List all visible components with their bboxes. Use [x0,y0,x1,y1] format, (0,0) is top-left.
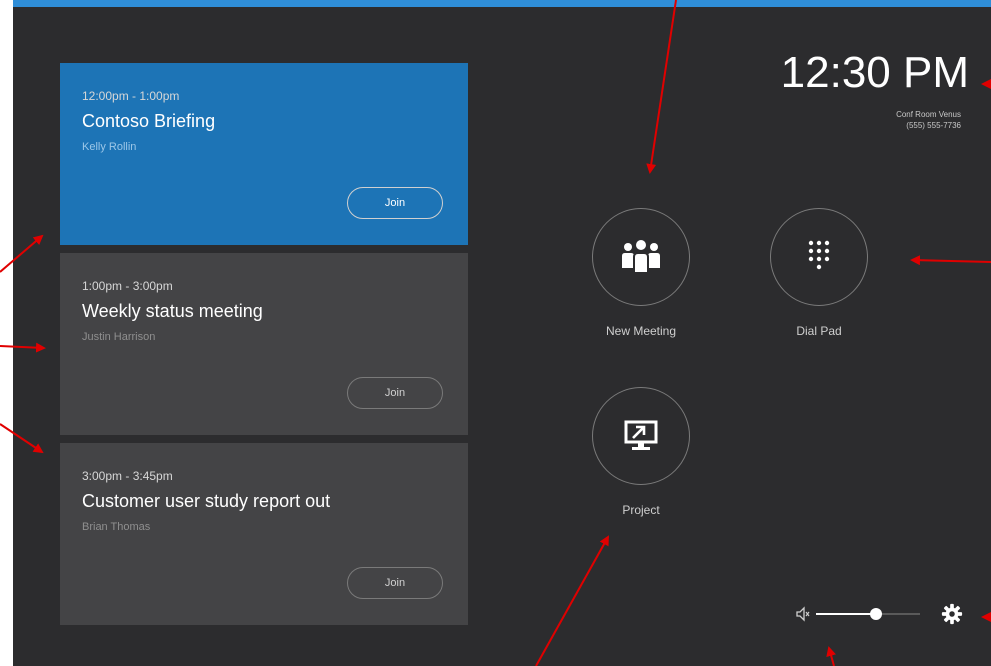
join-button[interactable]: Join [347,377,443,409]
dial-pad-button[interactable] [770,208,868,306]
dial-pad-label: Dial Pad [796,324,842,338]
speaker-icon[interactable] [795,606,811,622]
people-icon [622,240,660,274]
meeting-organizer: Justin Harrison [82,331,156,343]
project-button[interactable] [592,387,690,485]
new-meeting-label: New Meeting [605,324,677,338]
volume-slider-handle[interactable] [870,608,883,620]
meeting-card[interactable]: 3:00pm - 3:45pm Customer user study repo… [60,443,468,625]
meeting-organizer: Kelly Rollin [82,141,137,153]
dial-pad-icon [808,240,830,270]
project-label: Project [622,503,660,517]
meeting-title: Weekly status meeting [82,301,263,321]
meeting-time: 1:00pm - 3:00pm [82,279,173,293]
join-button[interactable]: Join [347,567,443,599]
room-console-screen: 12:00pm - 1:00pm Contoso Briefing Kelly … [13,0,991,666]
room-phone: (555) 555-7736 [906,121,961,130]
room-name: Conf Room Venus [896,110,961,119]
join-button[interactable]: Join [347,187,443,219]
meeting-organizer: Brian Thomas [82,521,151,533]
volume-slider-fill [816,613,877,615]
meeting-card[interactable]: 12:00pm - 1:00pm Contoso Briefing Kelly … [60,63,468,245]
meeting-title: Contoso Briefing [82,111,216,131]
meeting-card[interactable]: 1:00pm - 3:00pm Weekly status meeting Ju… [60,253,468,435]
volume-slider[interactable] [816,608,920,620]
gear-icon[interactable] [941,603,963,625]
meeting-time: 3:00pm - 3:45pm [82,469,173,483]
meeting-title: Customer user study report out [82,491,331,511]
project-screen-icon [624,420,658,450]
new-meeting-button[interactable] [592,208,690,306]
meeting-time: 12:00pm - 1:00pm [82,89,180,103]
top-accent-bar [13,0,991,7]
clock-time: 12:30 PM [780,48,969,97]
